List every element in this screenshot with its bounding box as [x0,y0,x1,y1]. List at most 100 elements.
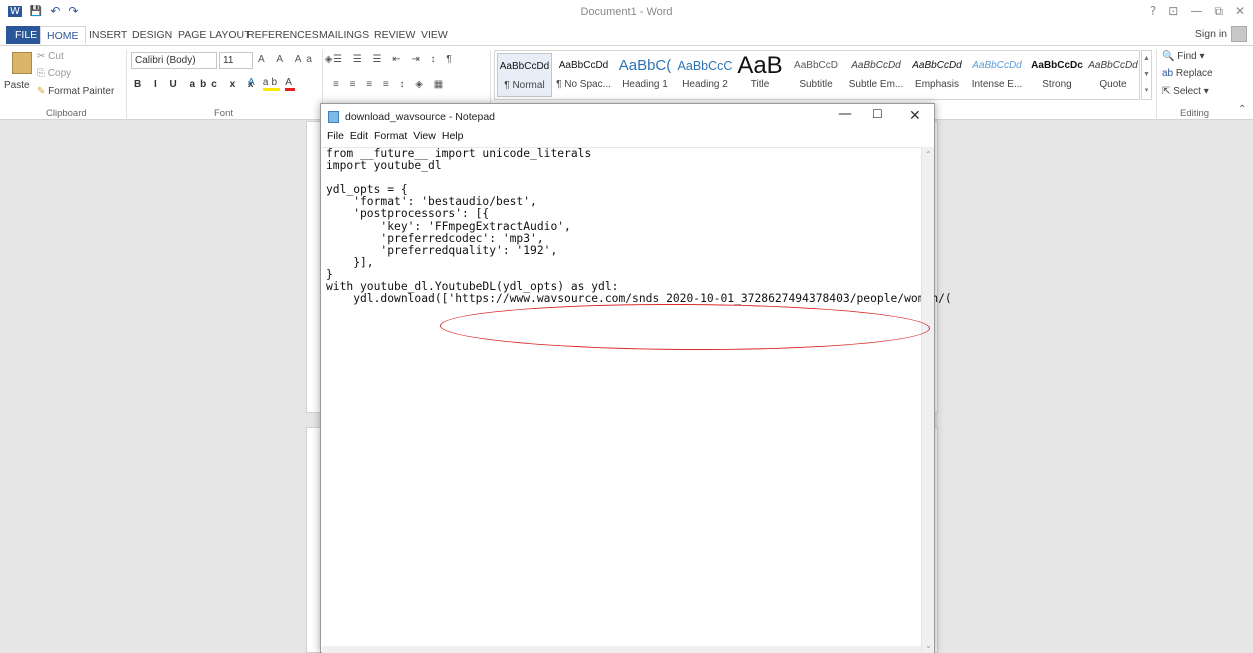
font-name-select[interactable]: Calibri (Body) [131,52,217,69]
minimize-icon[interactable]: — [838,106,852,122]
restore-icon[interactable]: ⧉ [1214,4,1223,19]
sign-in-label[interactable]: Sign in [1195,28,1227,40]
binoculars-icon: 🔍 [1162,51,1175,62]
format-painter-button[interactable]: ✎ Format Painter [37,86,114,97]
tab-review[interactable]: REVIEW [368,26,421,44]
replace-label: Replace [1175,68,1213,79]
font-format-buttons[interactable]: B I U abc x x [134,79,258,90]
style-preview: AaBbCcDc [1031,60,1083,71]
code-text[interactable]: from __future__ import unicode_literals … [326,147,952,305]
avatar[interactable] [1231,26,1247,42]
list-buttons[interactable]: ☰ ☰ ☰ ⇤ ⇥ ↕ ¶ [333,54,456,65]
vertical-scrollbar[interactable]: ⌃ ⌄ [921,147,934,653]
style-preview: AaBbCcDd [851,60,901,71]
style-name: Subtitle [799,79,833,90]
style-name: Heading 1 [622,79,668,90]
word-title-bar: W 💾 ↶ ↷ Document1 - Word ? ⊡ — ⧉ ✕ [0,0,1253,24]
style-no-spacing[interactable]: AaBbCcDd ¶ No Spac... [554,53,613,97]
style-name: Intense E... [971,79,1023,90]
maximize-icon[interactable]: ☐ [872,107,883,121]
clipboard-group-label: Clipboard [46,108,87,119]
notepad-text-area[interactable]: from __future__ import unicode_literals … [322,147,952,653]
close-icon[interactable]: ✕ [1235,4,1245,19]
notepad-icon [328,111,339,123]
cut-button[interactable]: ✂ Cut [37,51,64,62]
font-size-select[interactable]: 11 [219,52,253,69]
notepad-title: download_wavsource - Notepad [345,111,496,123]
copy-button[interactable]: ⎘ Copy [37,68,71,79]
style-preview: AaBbC( [618,57,672,74]
menu-format[interactable]: Format [374,130,407,146]
paste-button[interactable]: Paste [4,80,30,91]
style-preview: AaBbCcC [677,59,733,73]
style-preview: AaBbCcD [794,60,838,71]
style-preview: AaBbCcDd [972,60,1022,71]
style-quote[interactable]: AaBbCcDd Quote [1087,53,1139,97]
font-color-buttons[interactable]: A ab A [248,77,295,91]
notepad-window: download_wavsource - Notepad — ☐ ✕ File … [320,103,952,653]
help-icon[interactable]: ? [1150,4,1156,19]
font-size-controls[interactable]: A A Aa ◈ [258,54,337,65]
editing-group-label: Editing [1180,108,1210,119]
replace-button[interactable]: ab Replace [1162,68,1213,79]
style-name: ¶ Normal [504,80,545,91]
style-name: Emphasis [915,79,959,90]
styles-gallery: AaBbCcDd ¶ Normal AaBbCcDd ¶ No Spac... Aa… [494,50,1140,100]
style-normal[interactable]: AaBbCcDd ¶ Normal [497,53,552,97]
notepad-menu-bar: File Edit Format View Help [321,130,934,146]
paste-icon[interactable] [12,52,32,74]
find-label: Find [1177,51,1197,62]
group-divider [126,50,127,118]
copy-label: Copy [47,68,72,79]
style-name: Subtle Em... [848,79,904,90]
font-group-label: Font [214,108,234,119]
style-preview: AaB [737,53,783,79]
scroll-down-icon[interactable]: ⌄ [925,641,932,650]
style-heading-2[interactable]: AaBbCcC Heading 2 [677,53,733,97]
select-button[interactable]: ⇱ Select ▾ [1162,86,1209,97]
style-name: Heading 2 [682,79,728,90]
menu-file[interactable]: File [327,130,344,146]
menu-edit[interactable]: Edit [350,130,368,146]
scroll-up-icon[interactable]: ⌃ [925,150,932,159]
cursor-icon: ⇱ [1162,86,1171,97]
find-button[interactable]: 🔍 Find ▾ [1162,51,1205,62]
style-strong[interactable]: AaBbCcDc Strong [1029,53,1085,97]
text-effects-icon[interactable]: A [248,77,257,88]
close-icon[interactable]: ✕ [909,108,921,124]
notepad-title-bar[interactable]: download_wavsource - Notepad — ☐ ✕ [321,104,934,130]
replace-icon: ab [1162,68,1174,79]
horizontal-scrollbar[interactable] [322,646,921,653]
minimize-icon[interactable]: — [1190,4,1202,19]
window-title: Document1 - Word [580,6,673,18]
menu-help[interactable]: Help [442,130,464,146]
window-controls: ? ⊡ — ⧉ ✕ [1150,4,1245,19]
highlight-icon[interactable]: ab [262,77,281,91]
style-preview: AaBbCcDd [1088,60,1138,71]
style-emphasis[interactable]: AaBbCcDd Emphasis [909,53,965,97]
style-heading-1[interactable]: AaBbC( Heading 1 [615,53,675,97]
tab-home[interactable]: HOME [40,26,86,44]
font-color-icon[interactable]: A [285,77,295,91]
styles-scroll[interactable]: ▲ ▼ ▾ [1141,50,1152,100]
style-subtitle[interactable]: AaBbCcD Subtitle [789,53,843,97]
format-painter-label: Format Painter [48,86,115,97]
style-name: Quote [1099,79,1127,90]
style-subtle-emphasis[interactable]: AaBbCcDd Subtle Em... [847,53,905,97]
tab-design[interactable]: DESIGN [126,26,178,44]
style-name: ¶ No Spac... [556,79,611,90]
sign-in[interactable]: Sign in [1195,26,1247,42]
select-label: Select [1173,86,1201,97]
brush-icon: ✎ [37,86,46,97]
style-intense-emphasis[interactable]: AaBbCcDd Intense E... [969,53,1025,97]
ribbon-tabs: FILE HOME INSERT DESIGN PAGE LAYOUT REFE… [0,24,1253,46]
tab-view[interactable]: VIEW [415,26,454,44]
style-name: Title [750,79,770,90]
tab-mailings[interactable]: MAILINGS [313,26,375,44]
align-buttons[interactable]: ≡ ≡ ≡ ≡ ↕ ◈ ▦ [333,79,447,90]
menu-view[interactable]: View [413,130,436,146]
style-title[interactable]: AaB Title [735,53,785,97]
collapse-ribbon-icon[interactable]: ⌃ [1238,104,1246,115]
cut-label: Cut [48,51,64,62]
ribbon-display-icon[interactable]: ⊡ [1168,4,1178,19]
